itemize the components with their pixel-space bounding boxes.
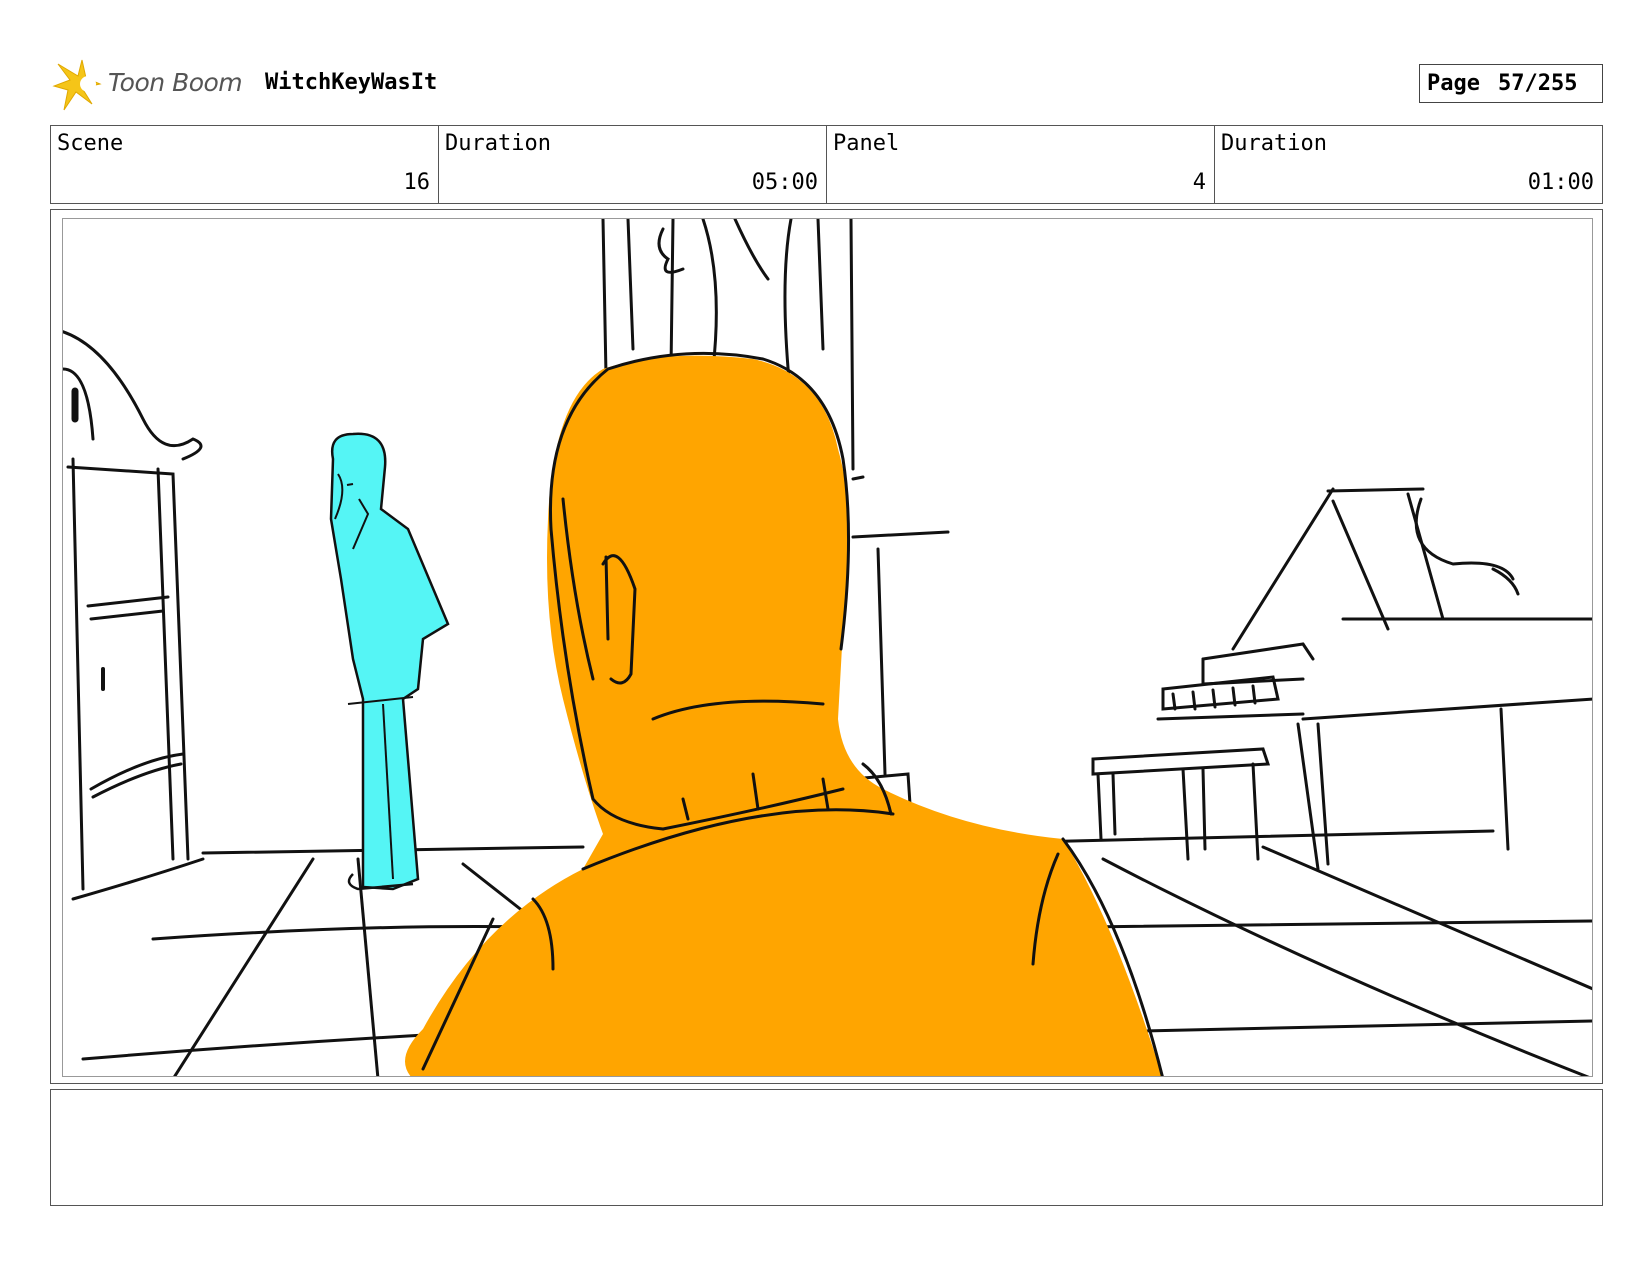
scene-duration-label: Duration: [445, 131, 551, 156]
page-label: Page: [1427, 71, 1480, 96]
storyboard-panel-image: [62, 218, 1593, 1077]
scene-duration-cell: Duration 05:00: [439, 126, 827, 203]
background-character: [329, 432, 450, 891]
scene-label: Scene: [57, 131, 124, 156]
panel-value: 4: [1192, 170, 1206, 195]
panel-duration-label: Duration: [1221, 131, 1327, 156]
panel-label: Panel: [833, 131, 900, 156]
page-indicator: Page 57/255: [1419, 64, 1603, 103]
toon-boom-star-icon: [52, 59, 102, 111]
page-value: 57/255: [1497, 71, 1578, 96]
panel-info-row: Scene 16 Duration 05:00 Panel 4 Duration…: [50, 125, 1603, 204]
scene-value: 16: [403, 170, 431, 195]
panel-duration-value: 01:00: [1527, 170, 1594, 195]
panel-duration-cell: Duration 01:00: [1215, 126, 1602, 203]
panel-sketch: [63, 219, 1592, 1076]
storyboard-panel-frame: [50, 209, 1603, 1084]
project-title: WitchKeyWasIt: [265, 70, 438, 95]
toon-boom-logo: Toon Boom: [52, 58, 252, 112]
scene-cell: Scene 16: [51, 126, 439, 203]
brand-name: Toon Boom: [108, 68, 243, 97]
foreground-character: [405, 351, 1164, 1076]
panel-notes[interactable]: [50, 1089, 1603, 1206]
scene-duration-value: 05:00: [751, 170, 818, 195]
panel-cell: Panel 4: [827, 126, 1215, 203]
